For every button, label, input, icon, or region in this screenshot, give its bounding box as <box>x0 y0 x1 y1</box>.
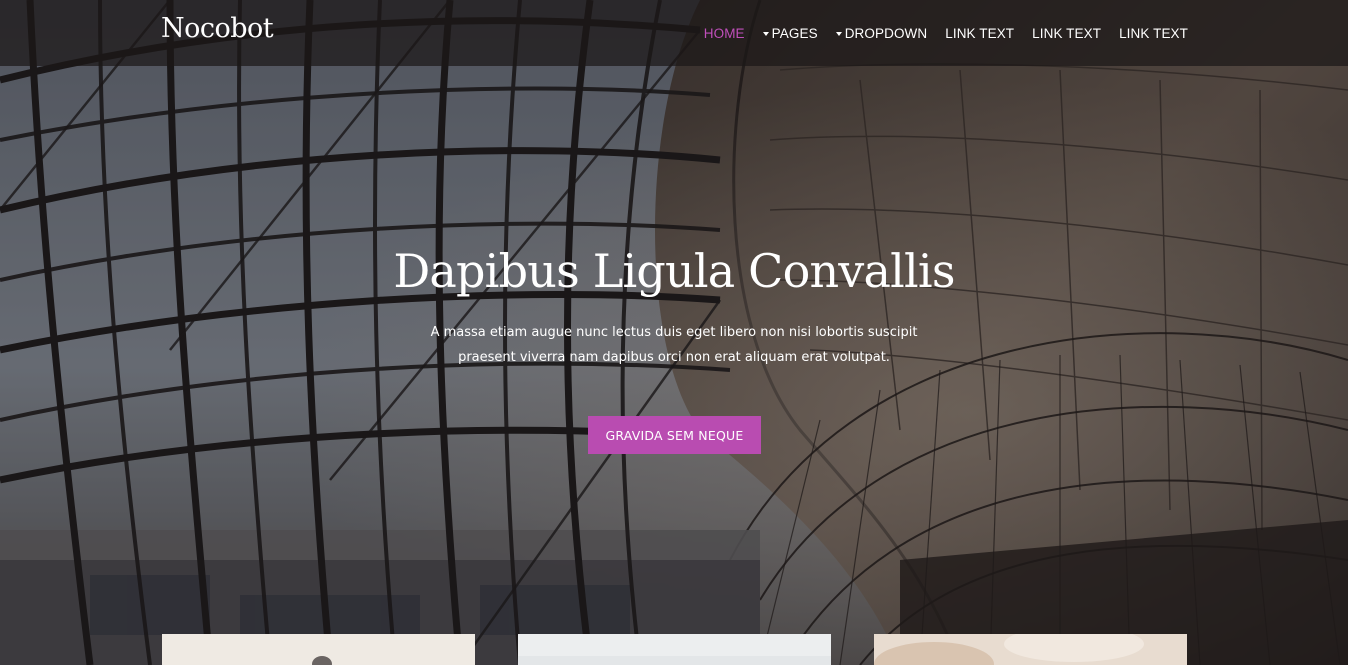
nav-item-label: HOME <box>703 25 745 41</box>
main-nav: HOME PAGES DROPDOWN LINK TEXT LINK TEXT … <box>686 0 1188 66</box>
nav-item-label: LINK TEXT <box>1119 25 1188 41</box>
nav-item-link-3[interactable]: LINK TEXT <box>1119 26 1188 41</box>
feature-card-2[interactable] <box>518 634 831 665</box>
nav-item-label: DROPDOWN <box>844 25 928 41</box>
nav-item-home[interactable]: HOME <box>704 26 745 41</box>
hero-section: Nocobot HOME PAGES DROPDOWN LINK TEXT LI… <box>0 0 1348 665</box>
caret-down-icon <box>762 31 769 36</box>
nav-item-label: LINK TEXT <box>945 25 1015 41</box>
card-image-2 <box>518 634 831 665</box>
hero-subtitle-line-2: praesent viverra nam dapibus orci non er… <box>458 349 890 365</box>
hero-title: Dapibus Ligula Convallis <box>393 244 955 298</box>
feature-card-3[interactable] <box>874 634 1187 665</box>
card-image-3 <box>874 634 1187 665</box>
navbar: Nocobot HOME PAGES DROPDOWN LINK TEXT LI… <box>0 0 1348 66</box>
hero-subtitle: A massa etiam augue nunc lectus duis ege… <box>424 321 924 370</box>
hero-cta-button[interactable]: GRAVIDA SEM NEQUE <box>588 416 761 454</box>
brand-logo[interactable]: Nocobot <box>161 13 274 44</box>
caret-down-icon <box>835 31 842 36</box>
nav-item-label: PAGES <box>771 25 818 41</box>
nav-item-link-1[interactable]: LINK TEXT <box>945 26 1014 41</box>
nav-item-label: LINK TEXT <box>1032 25 1102 41</box>
nav-item-link-2[interactable]: LINK TEXT <box>1032 26 1101 41</box>
nav-item-dropdown[interactable]: DROPDOWN <box>835 25 928 41</box>
card-image-1 <box>162 634 475 665</box>
feature-card-1[interactable] <box>162 634 475 665</box>
nav-item-pages[interactable]: PAGES <box>762 25 818 41</box>
hero-subtitle-line-1: A massa etiam augue nunc lectus duis ege… <box>430 325 918 340</box>
